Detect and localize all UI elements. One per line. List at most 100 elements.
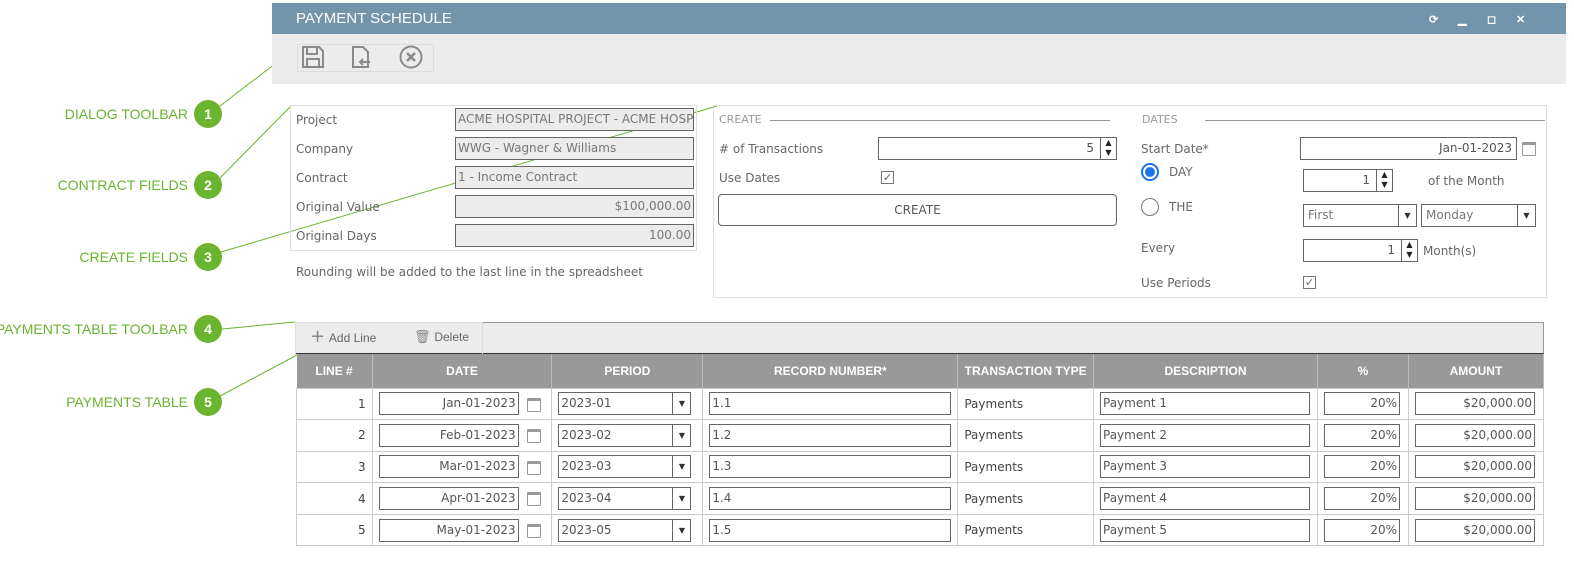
table-row: 4 Apr-01-2023 2023-04 ▼ 1.4 Payments Paym…	[296, 482, 1545, 515]
callout-badge: 3	[194, 243, 222, 271]
amount-input[interactable]: $20,000.00	[1414, 518, 1535, 542]
cancel-icon	[399, 45, 423, 69]
close-icon[interactable]: ✕	[1516, 13, 1525, 26]
use-dates-checkbox[interactable]: ✓	[881, 171, 894, 184]
table-row: 2 Feb-01-2023 2023-02 ▼ 1.2 Payments Paym…	[296, 419, 1545, 452]
amount-input[interactable]: $20,000.00	[1414, 487, 1535, 511]
description-input[interactable]: Payment 1	[1100, 392, 1310, 416]
chevron-down-icon[interactable]: ▼	[672, 456, 690, 478]
chevron-down-icon[interactable]: ▼	[1398, 205, 1416, 226]
contract-field-value: 1 - Income Contract	[455, 166, 694, 189]
percent-input[interactable]: 20%	[1323, 392, 1400, 416]
callout-label: DIALOG TOOLBAR	[64, 106, 188, 122]
dialog-title: PAYMENT SCHEDULE	[296, 10, 452, 27]
transactions-input[interactable]: 5 ▲ ▼	[878, 137, 1117, 160]
day-input[interactable]: 1 ▲ ▼	[1303, 169, 1393, 192]
save-icon	[302, 46, 324, 68]
callout-label: PAYMENTS TABLE TOOLBAR	[0, 321, 188, 337]
column-header[interactable]: %	[1317, 354, 1409, 388]
column-header[interactable]: AMOUNT	[1408, 354, 1545, 388]
description-input[interactable]: Payment 2	[1100, 423, 1310, 447]
percent-input[interactable]: 20%	[1323, 455, 1400, 479]
minimize-icon[interactable]: ▁	[1458, 13, 1466, 26]
calendar-icon[interactable]	[527, 460, 542, 475]
chevron-down-icon[interactable]: ▼	[1517, 205, 1535, 226]
record-number-input[interactable]: 1.5	[709, 518, 952, 542]
use-periods-checkbox[interactable]: ✓	[1303, 276, 1316, 289]
date-input[interactable]: Mar-01-2023	[378, 455, 519, 479]
chevron-down-icon[interactable]: ▼	[672, 393, 690, 415]
date-input[interactable]: Apr-01-2023	[378, 487, 519, 511]
chevron-down-icon[interactable]: ▼	[672, 424, 690, 446]
column-header[interactable]: RECORD NUMBER*	[702, 354, 959, 388]
description-input[interactable]: Payment 3	[1100, 455, 1310, 479]
record-number-input[interactable]: 1.1	[709, 392, 952, 416]
period-select[interactable]: 2023-05 ▼	[558, 518, 692, 542]
contract-field-label: Company	[296, 142, 354, 156]
column-header[interactable]: DATE	[372, 354, 553, 388]
period-select[interactable]: 2023-03 ▼	[558, 455, 692, 479]
cancel-button[interactable]	[398, 44, 428, 74]
amount-input[interactable]: $20,000.00	[1414, 455, 1535, 479]
period-select[interactable]: 2023-02 ▼	[558, 423, 692, 447]
day-radio[interactable]	[1141, 163, 1159, 181]
record-number-input[interactable]: 1.4	[709, 487, 952, 511]
the-label: THE	[1169, 200, 1193, 214]
calendar-icon[interactable]	[527, 429, 542, 444]
amount-input[interactable]: $20,000.00	[1414, 392, 1535, 416]
every-unit-label: Month(s)	[1423, 244, 1477, 258]
line-number: 5	[296, 513, 373, 547]
amount-input[interactable]: $20,000.00	[1414, 423, 1535, 447]
period-select[interactable]: 2023-01 ▼	[558, 392, 692, 416]
column-header[interactable]: PERIOD	[551, 354, 704, 388]
record-number-input[interactable]: 1.2	[709, 423, 952, 447]
transaction-type: Payments	[957, 482, 1094, 515]
calendar-icon[interactable]	[527, 492, 542, 507]
calendar-icon[interactable]	[527, 397, 542, 412]
add-line-button[interactable]: + Add Line	[310, 326, 376, 347]
delete-button[interactable]: 🗑 Delete	[414, 330, 469, 345]
start-date-input[interactable]: Jan-01-2023	[1300, 137, 1517, 160]
stepper-icon[interactable]: ▲ ▼	[1376, 170, 1392, 191]
transaction-type: Payments	[957, 419, 1094, 452]
chevron-down-icon[interactable]: ▼	[672, 488, 690, 510]
percent-input[interactable]: 20%	[1323, 487, 1400, 511]
the-radio[interactable]	[1141, 198, 1159, 216]
date-input[interactable]: May-01-2023	[378, 518, 519, 542]
record-number-input[interactable]: 1.3	[709, 455, 952, 479]
line-number: 2	[296, 419, 373, 452]
table-row: 1 Jan-01-2023 2023-01 ▼ 1.1 Payments Paym…	[296, 387, 1545, 421]
description-input[interactable]: Payment 5	[1100, 518, 1310, 542]
contract-field-label: Contract	[296, 171, 348, 185]
description-input[interactable]: Payment 4	[1100, 487, 1310, 511]
percent-input[interactable]: 20%	[1323, 423, 1400, 447]
contract-field-label: Original Value	[296, 200, 380, 214]
contract-field-value: 100.00	[455, 224, 694, 247]
import-button[interactable]	[348, 44, 378, 74]
stepper-icon[interactable]: ▲ ▼	[1100, 138, 1116, 159]
use-dates-label: Use Dates	[719, 171, 781, 185]
plus-icon: +	[310, 326, 326, 347]
chevron-down-icon[interactable]: ▼	[672, 519, 690, 541]
maximize-icon[interactable]: ◻	[1487, 13, 1496, 26]
date-input[interactable]: Feb-01-2023	[378, 423, 519, 447]
stepper-icon[interactable]: ▲ ▼	[1401, 240, 1417, 261]
refresh-icon[interactable]: ⟳	[1429, 13, 1438, 26]
column-header[interactable]: DESCRIPTION	[1093, 354, 1318, 388]
rounding-note: Rounding will be added to the last line …	[296, 265, 643, 279]
every-input[interactable]: 1 ▲ ▼	[1303, 239, 1418, 262]
calendar-icon[interactable]	[527, 523, 542, 538]
save-button[interactable]	[300, 44, 330, 74]
import-icon	[352, 46, 370, 68]
period-select[interactable]: 2023-04 ▼	[558, 487, 692, 511]
percent-input[interactable]: 20%	[1323, 518, 1400, 542]
calendar-icon[interactable]	[1522, 142, 1536, 156]
column-header[interactable]: TRANSACTION TYPE	[957, 354, 1094, 388]
dialog-titlebar: PAYMENT SCHEDULE ⟳ ▁ ◻ ✕	[272, 3, 1566, 34]
create-button[interactable]: CREATE	[718, 194, 1117, 226]
line-number: 3	[296, 450, 373, 484]
ordinal-select[interactable]: First ▼	[1303, 204, 1417, 227]
date-input[interactable]: Jan-01-2023	[378, 392, 519, 416]
weekday-select[interactable]: Monday ▼	[1421, 204, 1536, 227]
column-header[interactable]: LINE #	[296, 354, 373, 388]
